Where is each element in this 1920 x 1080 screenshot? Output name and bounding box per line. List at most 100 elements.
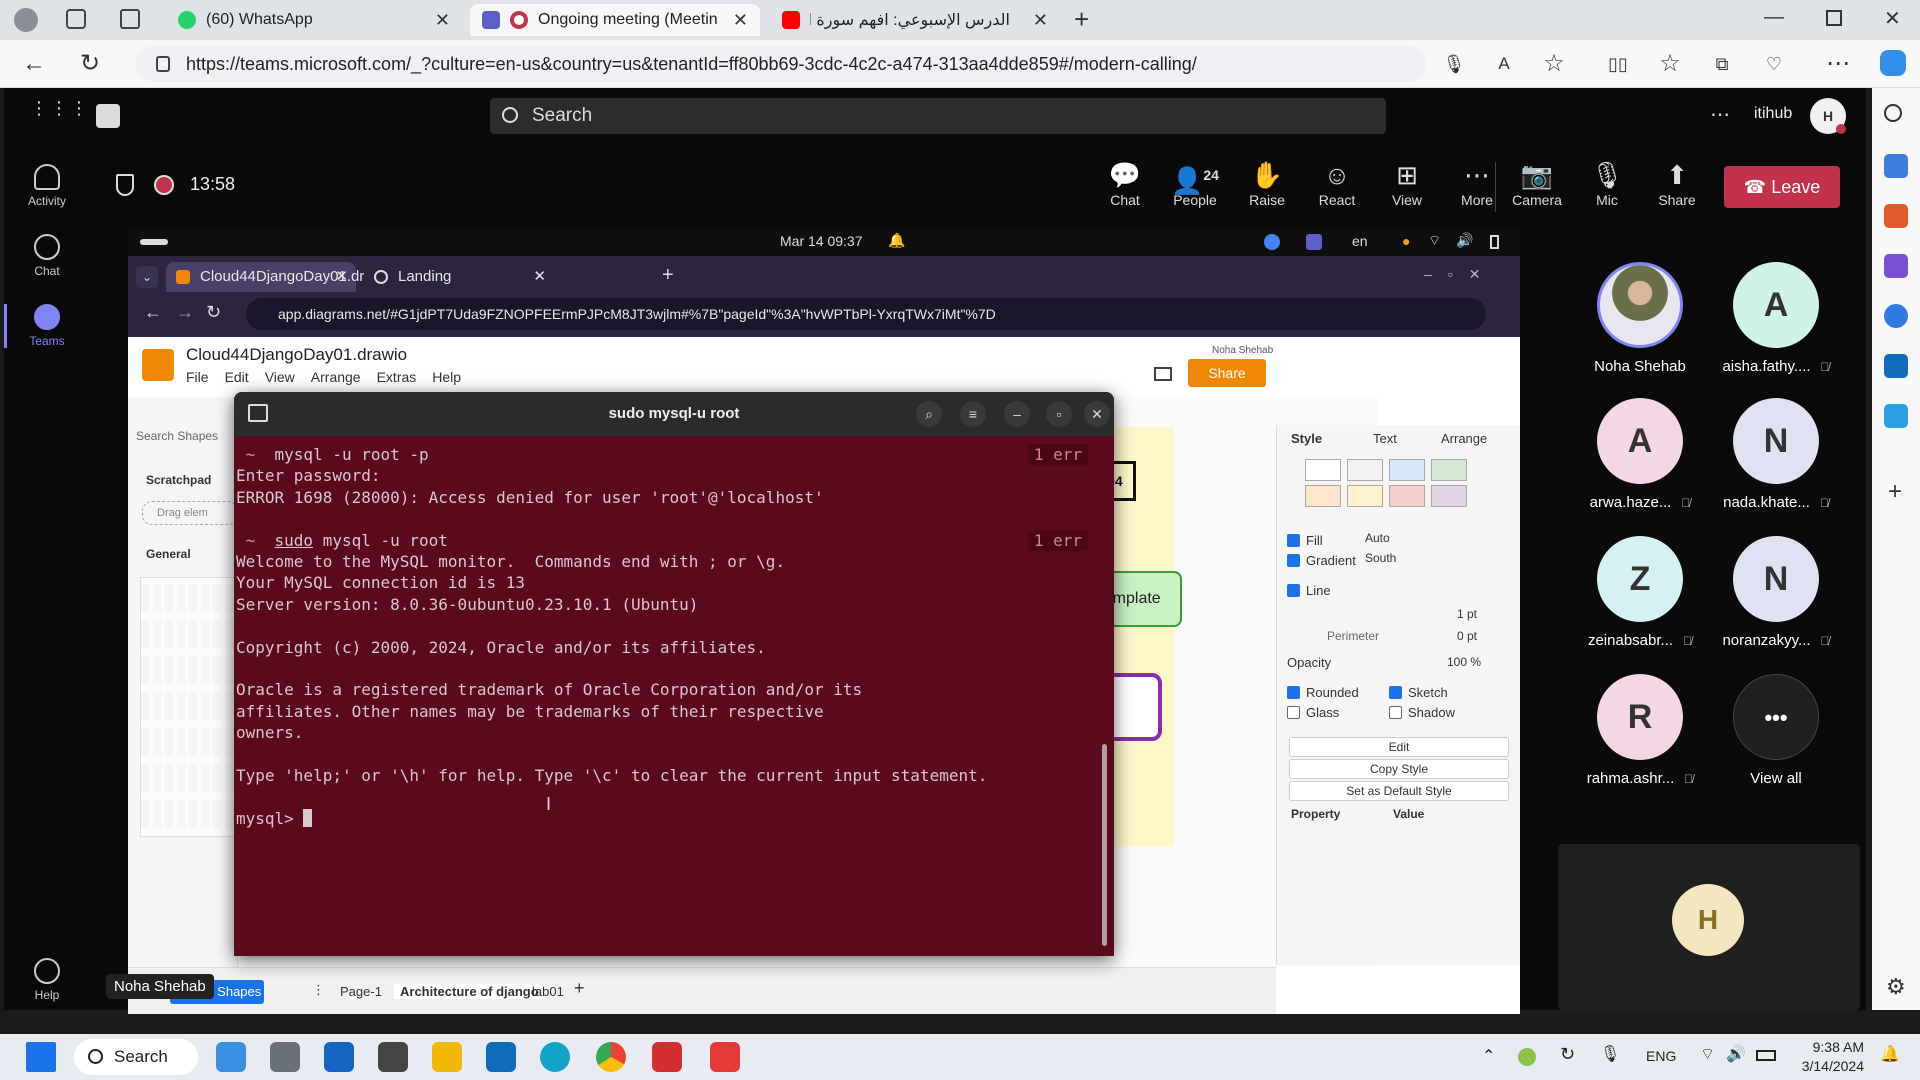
participant-tile[interactable]: N nada.khate... 🎙̸ xyxy=(1706,398,1846,511)
fill-select[interactable]: Auto xyxy=(1365,531,1390,545)
sketch-row[interactable]: Sketch xyxy=(1389,685,1448,700)
search-icon[interactable]: ⌕ xyxy=(916,401,942,427)
mic-icon[interactable]: 🎙 xyxy=(1600,1044,1620,1064)
shopping-icon[interactable] xyxy=(1884,154,1908,178)
tab-youtube[interactable]: الدرس الإسبوعي: افهم سورة الإخلاص ✕ xyxy=(770,4,1060,36)
line-row[interactable]: Line xyxy=(1287,583,1331,598)
participant-tile[interactable]: Noha Shehab xyxy=(1570,262,1710,375)
menu-file[interactable]: File xyxy=(186,369,209,385)
drawio-user[interactable]: Noha Shehab xyxy=(1212,345,1273,356)
drawio-title[interactable]: Cloud44DjangoDay01.drawio xyxy=(186,345,407,365)
forward-icon[interactable]: → xyxy=(176,302,194,323)
send-icon[interactable] xyxy=(1884,404,1908,428)
panel-tab-text[interactable]: Text xyxy=(1373,431,1397,446)
split-screen-icon[interactable]: ▯▯ xyxy=(1604,50,1632,78)
window-controls[interactable]: –▫✕ xyxy=(1424,266,1496,283)
camera-button[interactable]: 📷 Camera xyxy=(1506,158,1568,208)
close-tab-icon[interactable]: ✕ xyxy=(335,262,348,292)
panel-tab-arrange[interactable]: Arrange xyxy=(1441,431,1487,446)
rail-chat[interactable]: Chat xyxy=(4,234,90,278)
self-view[interactable]: H xyxy=(1558,844,1860,1010)
clock-date[interactable]: 3/14/2024 xyxy=(1790,1058,1864,1074)
back-icon[interactable]: ← xyxy=(20,50,48,78)
line-checkbox[interactable] xyxy=(1287,584,1300,597)
refresh-icon[interactable]: ↻ xyxy=(206,302,221,323)
browser-essentials-icon[interactable]: ♡ xyxy=(1760,50,1788,78)
style-swatch[interactable] xyxy=(1389,459,1425,481)
add-icon[interactable]: + xyxy=(1888,478,1902,506)
task-view-icon[interactable] xyxy=(270,1042,300,1072)
view-all-button[interactable]: ••• View all xyxy=(1706,674,1846,787)
style-swatch[interactable] xyxy=(1347,485,1383,507)
language-indicator[interactable]: ENG xyxy=(1646,1048,1676,1064)
chat-button[interactable]: 💬 Chat xyxy=(1094,158,1156,208)
terminal-output[interactable]: ~ mysql -u root -p 1 err Enter password: ER… xyxy=(234,436,1114,956)
style-swatch[interactable] xyxy=(1305,485,1341,507)
tab-teams-meeting[interactable]: Ongoing meeting (Meeting| ✕ xyxy=(470,4,760,36)
share-button[interactable]: ⬆ Share xyxy=(1646,158,1708,208)
glass-checkbox[interactable] xyxy=(1287,706,1300,719)
tab-whatsapp[interactable]: (60) WhatsApp ✕ xyxy=(166,4,462,36)
chrome-tab-landing[interactable]: Landing ✕ xyxy=(364,262,554,292)
menu-view[interactable]: View xyxy=(265,369,295,385)
url-field[interactable]: https://teams.microsoft.com/_?culture=en… xyxy=(136,46,1426,82)
rounded-row[interactable]: Rounded xyxy=(1287,685,1359,700)
search-input[interactable]: Search xyxy=(490,98,1386,134)
new-tab-button[interactable]: + xyxy=(1074,4,1089,35)
workspaces-icon[interactable] xyxy=(66,9,86,29)
rail-help[interactable]: Help xyxy=(4,958,90,1002)
general-header[interactable]: General xyxy=(146,547,191,561)
people-button[interactable]: 👤24 People xyxy=(1164,158,1226,208)
clock-time[interactable]: 9:38 AM xyxy=(1800,1039,1864,1055)
settings-icon[interactable]: ⚙ xyxy=(1886,974,1906,1000)
edge-icon[interactable] xyxy=(540,1042,570,1072)
tools-icon[interactable] xyxy=(1884,204,1908,228)
close-tab-icon[interactable]: ✕ xyxy=(1033,10,1048,31)
chrome-icon[interactable] xyxy=(596,1042,626,1072)
settings-more-icon[interactable]: ⋯ xyxy=(1824,50,1852,78)
terminal-window[interactable]: sudo mysql-u root ⌕ ≡ – ▫ ✕ ~ mysql -u r… xyxy=(234,392,1114,956)
app-icon[interactable] xyxy=(710,1042,740,1072)
volume-icon[interactable]: 🔊 xyxy=(1726,1044,1746,1064)
close-tab-icon[interactable]: ✕ xyxy=(435,10,450,31)
favorites-icon[interactable]: ☆ xyxy=(1656,50,1684,78)
games-icon[interactable] xyxy=(1884,254,1908,278)
fill-row[interactable]: Fill xyxy=(1287,533,1323,548)
shadow-row[interactable]: Shadow xyxy=(1389,705,1455,720)
style-swatch[interactable] xyxy=(1389,485,1425,507)
raise-button[interactable]: ✋ Raise xyxy=(1236,158,1298,208)
store-icon[interactable] xyxy=(324,1042,354,1072)
microsoft365-icon[interactable] xyxy=(1884,304,1908,328)
outlook-icon[interactable] xyxy=(1884,354,1908,378)
mail-icon[interactable] xyxy=(486,1042,516,1072)
style-swatch[interactable] xyxy=(1431,485,1467,507)
menu-help[interactable]: Help xyxy=(432,369,461,385)
file-explorer-icon[interactable] xyxy=(432,1042,462,1072)
gradient-row[interactable]: Gradient xyxy=(1287,553,1356,568)
minimize-button[interactable]: — xyxy=(1764,6,1784,29)
read-aloud-icon[interactable]: A xyxy=(1490,50,1518,78)
tray-app-icon[interactable] xyxy=(1518,1048,1536,1066)
add-page-icon[interactable]: + xyxy=(574,978,585,999)
view-button[interactable]: ⊞ View xyxy=(1376,158,1438,208)
mic-button[interactable]: 🎙 Mic xyxy=(1576,158,1638,208)
scratchpad-header[interactable]: Scratchpad xyxy=(146,473,211,487)
participant-tile[interactable]: N noranzakyy... 🎙̸ xyxy=(1706,536,1846,649)
gradient-checkbox[interactable] xyxy=(1287,554,1300,567)
panel-tab-style[interactable]: Style xyxy=(1291,431,1322,446)
line-width[interactable]: 1 pt xyxy=(1457,607,1477,621)
rail-activity[interactable]: Activity xyxy=(4,164,90,208)
back-icon[interactable]: ← xyxy=(144,302,162,323)
participant-tile[interactable]: A arwa.haze... 🎙̸ xyxy=(1570,398,1710,511)
react-button[interactable]: ☺ React xyxy=(1306,158,1368,208)
battery-icon[interactable] xyxy=(1756,1050,1776,1061)
copy-style-button[interactable]: Copy Style xyxy=(1289,759,1509,779)
menu-extras[interactable]: Extras xyxy=(377,369,417,385)
profile-icon[interactable] xyxy=(14,8,38,32)
snipping-tool-icon[interactable] xyxy=(378,1042,408,1072)
participant-tile[interactable]: R rahma.ashr... 🎙̸ xyxy=(1570,674,1710,787)
sketch-checkbox[interactable] xyxy=(1389,686,1402,699)
restore-button[interactable] xyxy=(1826,10,1842,26)
glass-row[interactable]: Glass xyxy=(1287,705,1339,720)
edit-button[interactable]: Edit xyxy=(1289,737,1509,757)
